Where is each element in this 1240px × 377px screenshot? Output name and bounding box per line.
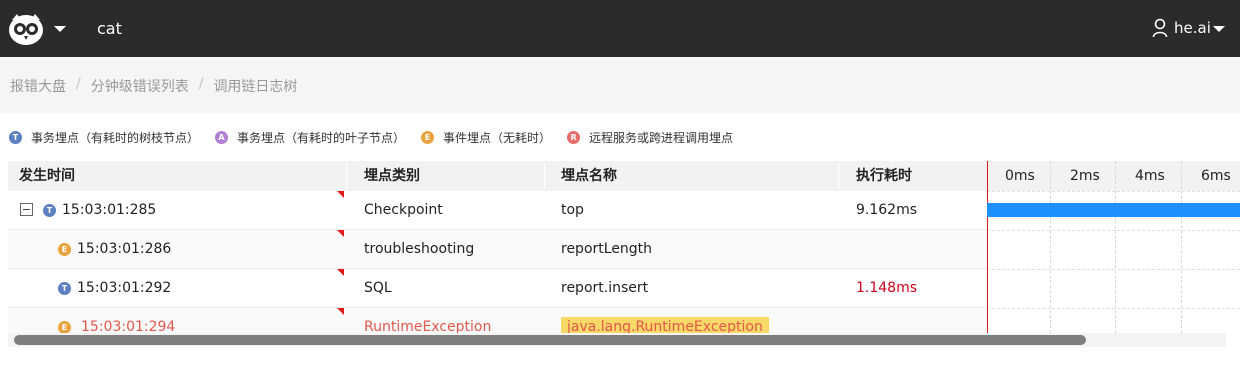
column-header-name[interactable]: 埋点名称 — [561, 161, 617, 191]
timeline-tick: 6ms — [1201, 168, 1231, 184]
top-nav-bar: cat he.ai — [0, 0, 1240, 57]
event-badge-icon: E — [58, 321, 71, 333]
timeline-row-line — [987, 191, 1240, 192]
transaction-badge-icon: T — [43, 204, 56, 217]
breadcrumb-separator: / — [76, 76, 81, 92]
row-type: SQL — [364, 280, 392, 296]
timeline-tick: 0ms — [1005, 168, 1035, 184]
timeline: 0ms 2ms 4ms 6ms — [987, 161, 1240, 333]
column-header-duration[interactable]: 执行耗时 — [856, 161, 912, 191]
owl-logo-icon[interactable] — [8, 12, 44, 46]
breadcrumb-bar: 报错大盘 / 分钟级错误列表 / 调用链日志树 — [0, 57, 1240, 113]
timeline-tick: 4ms — [1135, 168, 1165, 184]
horizontal-scrollbar-thumb[interactable] — [14, 335, 1086, 345]
table-row[interactable]: E 15:03:01:286 troubleshooting reportLen… — [8, 230, 987, 269]
row-name: java.lang.RuntimeException — [561, 308, 769, 333]
timeline-tick: 2ms — [1070, 168, 1100, 184]
logo-dropdown-caret-icon[interactable] — [54, 26, 66, 32]
row-time: 15:03:01:285 — [62, 202, 157, 218]
row-time: 15:03:01:286 — [77, 241, 172, 257]
row-duration: 9.162ms — [856, 202, 918, 218]
row-marker-icon — [337, 191, 344, 198]
timeline-row-line — [987, 269, 1240, 270]
legend-label: 事件埋点（无耗时） — [443, 131, 552, 145]
collapse-toggle-icon[interactable] — [20, 203, 33, 216]
column-header-time[interactable]: 发生时间 — [19, 161, 75, 191]
timeline-grid-line — [1181, 161, 1182, 333]
row-duration: 1.148ms — [856, 280, 918, 296]
row-name: top — [561, 202, 584, 218]
column-header-type[interactable]: 埋点类别 — [364, 161, 420, 191]
legend-item-remote-call: R 远程服务或跨进程调用埋点 — [567, 129, 733, 146]
row-name: report.insert — [561, 280, 649, 296]
remote-call-badge-icon: R — [567, 131, 581, 144]
user-dropdown-caret-icon[interactable] — [1213, 26, 1225, 32]
event-badge-icon: E — [421, 131, 435, 144]
row-type: troubleshooting — [364, 241, 475, 257]
row-type: RuntimeException — [364, 319, 492, 333]
row-marker-icon — [337, 230, 344, 237]
legend-label: 事务埋点（有耗时的叶子节点） — [237, 131, 406, 145]
legend-label: 事务埋点（有耗时的树枝节点） — [31, 131, 200, 145]
table-row[interactable]: T 15:03:01:285 Checkpoint top 9.162ms — [8, 191, 987, 230]
timeline-grid-line — [1050, 161, 1051, 333]
timeline-start-line — [987, 161, 988, 333]
event-badge-icon: E — [58, 243, 71, 256]
user-name[interactable]: he.ai — [1174, 19, 1211, 37]
transaction-badge-icon: T — [58, 282, 71, 295]
app-name[interactable]: cat — [97, 19, 122, 38]
column-divider — [544, 161, 545, 191]
transaction-badge-icon: T — [9, 131, 22, 144]
row-type: Checkpoint — [364, 202, 443, 218]
breadcrumb: 报错大盘 / 分钟级错误列表 / 调用链日志树 — [10, 76, 297, 96]
user-icon[interactable] — [1152, 18, 1168, 38]
timeline-grid-line — [1115, 161, 1116, 333]
breadcrumb-item-call-chain-tree[interactable]: 调用链日志树 — [213, 76, 297, 96]
breadcrumb-item-error-dashboard[interactable]: 报错大盘 — [10, 76, 66, 96]
column-divider — [838, 161, 839, 191]
duration-bar[interactable] — [987, 203, 1240, 217]
table-row[interactable]: T 15:03:01:292 SQL report.insert 1.148ms — [8, 269, 987, 308]
legend-item-transaction-leaf: A 事务埋点（有耗时的叶子节点） — [215, 129, 405, 146]
legend-item-event: E 事件埋点（无耗时） — [421, 129, 551, 146]
exception-name-highlight: java.lang.RuntimeException — [561, 317, 769, 333]
legend-label: 远程服务或跨进程调用埋点 — [589, 131, 734, 145]
breadcrumb-separator: / — [198, 76, 204, 92]
call-tree-table: 发生时间 埋点类别 埋点名称 执行耗时 T 15:03:01:285 Check… — [8, 161, 1240, 333]
row-time: 15:03:01:294 — [81, 319, 176, 333]
row-marker-icon — [337, 269, 344, 276]
breadcrumb-item-minute-error-list[interactable]: 分钟级错误列表 — [91, 76, 189, 96]
timeline-row-line — [987, 230, 1240, 231]
row-name: reportLength — [561, 241, 653, 257]
row-time: 15:03:01:292 — [77, 280, 172, 296]
table-row[interactable]: E 15:03:01:294 RuntimeException java.lan… — [8, 308, 987, 333]
column-divider — [346, 161, 347, 191]
legend-item-transaction-branch: T 事务埋点（有耗时的树枝节点） — [9, 129, 199, 146]
leaf-transaction-badge-icon: A — [215, 131, 229, 144]
timeline-row-line — [987, 308, 1240, 309]
legend: T 事务埋点（有耗时的树枝节点） A 事务埋点（有耗时的叶子节点） E 事件埋点… — [9, 129, 749, 146]
row-marker-icon — [337, 308, 344, 315]
